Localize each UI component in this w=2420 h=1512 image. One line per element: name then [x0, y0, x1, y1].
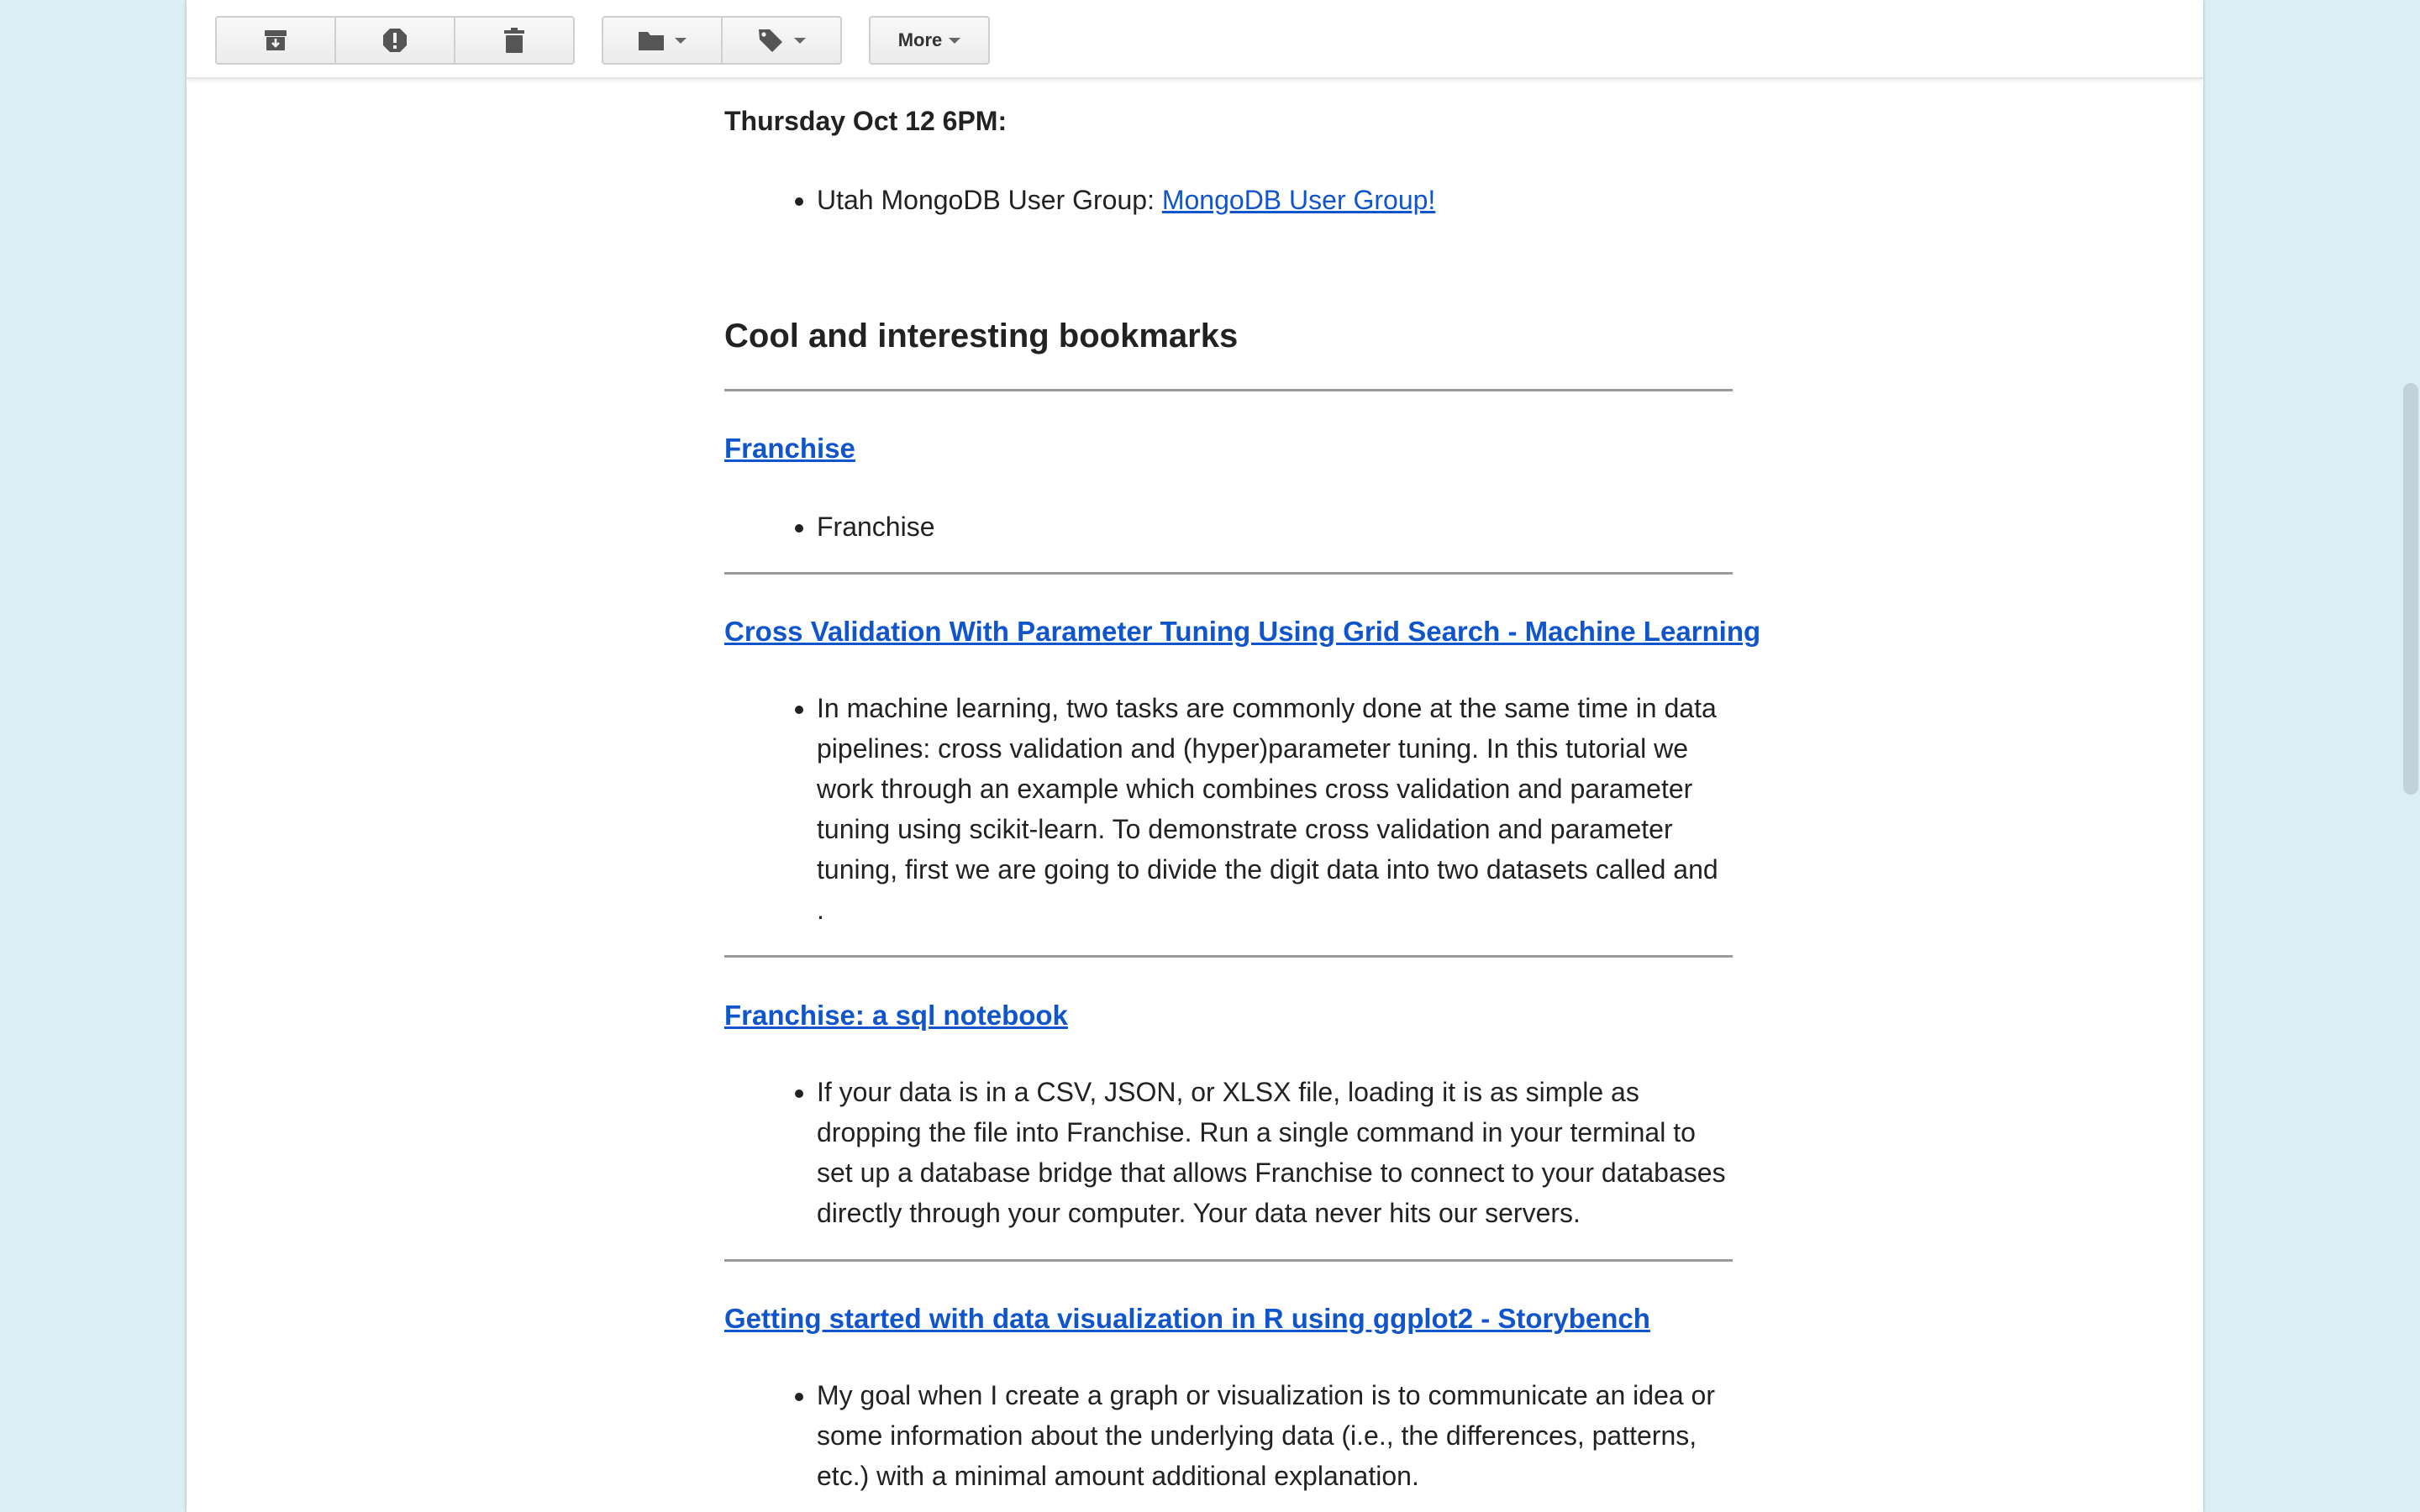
more-button-group: More — [869, 16, 990, 65]
trash-icon — [504, 28, 524, 53]
bookmark-link-franchise-sql-notebook[interactable]: Franchise: a sql notebook — [724, 1000, 1068, 1032]
bookmark-description: Franchise — [724, 507, 1733, 547]
list-item: Utah MongoDB User Group: MongoDB User Gr… — [817, 180, 1435, 220]
list-item: In machine learning, two tasks are commo… — [817, 688, 1733, 930]
report-spam-button[interactable] — [334, 16, 455, 65]
bookmark-link-franchise[interactable]: Franchise — [724, 433, 855, 465]
labels-button[interactable] — [721, 16, 842, 65]
toolbar: More — [187, 0, 2203, 79]
chevron-down-icon — [675, 37, 687, 44]
chevron-down-icon — [949, 37, 961, 44]
bookmark-link-ggplot2-storybench[interactable]: Getting started with data visualization … — [724, 1303, 1650, 1335]
delete-button[interactable] — [454, 16, 575, 65]
list-item: If your data is in a CSV, JSON, or XLSX … — [817, 1072, 1733, 1233]
action-button-group — [215, 16, 575, 65]
list-item: Franchise — [817, 507, 1733, 547]
folder-icon — [639, 32, 664, 50]
bookmark-description: If your data is in a CSV, JSON, or XLSX … — [724, 1072, 1733, 1233]
tag-icon — [759, 29, 782, 52]
event-list: Utah MongoDB User Group: MongoDB User Gr… — [724, 180, 1435, 220]
bookmark-description: My goal when I create a graph or visuali… — [724, 1375, 1733, 1496]
scrollbar[interactable] — [2402, 0, 2420, 1512]
list-item: My goal when I create a graph or visuali… — [817, 1375, 1733, 1496]
divider — [724, 389, 1733, 391]
scrollbar-thumb[interactable] — [2403, 383, 2418, 795]
event-item-text: Utah MongoDB User Group: — [817, 185, 1162, 215]
archive-icon — [265, 30, 287, 50]
event-heading: Thursday Oct 12 6PM: — [724, 106, 1007, 136]
email-panel: More Thursday Oct 12 6PM: Utah MongoDB U… — [187, 0, 2203, 1512]
more-button[interactable]: More — [869, 16, 990, 65]
bookmark-link-cross-validation[interactable]: Cross Validation With Parameter Tuning U… — [724, 616, 1760, 648]
bookmark-description: In machine learning, two tasks are commo… — [724, 688, 1733, 930]
divider — [724, 955, 1733, 958]
divider — [724, 1259, 1733, 1262]
archive-button[interactable] — [215, 16, 336, 65]
move-to-button[interactable] — [602, 16, 723, 65]
organize-button-group — [602, 16, 842, 65]
section-heading: Cool and interesting bookmarks — [724, 318, 1239, 354]
mongodb-user-group-link[interactable]: MongoDB User Group! — [1162, 185, 1435, 215]
divider — [724, 572, 1733, 575]
report-spam-icon — [383, 29, 407, 52]
more-button-label: More — [897, 29, 943, 50]
chevron-down-icon — [794, 37, 806, 44]
